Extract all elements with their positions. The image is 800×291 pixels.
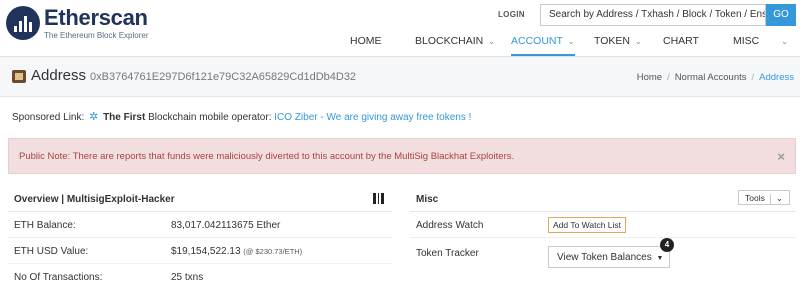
view-token-balances-label: View Token Balances [557,252,652,263]
misc-title: Misc [416,194,439,205]
nav-blockchain-label: BLOCKCHAIN [415,35,484,47]
token-tracker-label: Token Tracker [416,248,479,259]
nav-token[interactable]: TOKEN ⌄ [594,30,642,56]
chevron-down-icon: ⌄ [634,37,642,46]
nav-misc-label: MISC [733,35,760,47]
breadcrumb: Home / Normal Accounts / Address [636,72,794,83]
site-header: Etherscan The Ethereum Block Explorer LO… [0,0,800,56]
address-bar: Address 0xB3764761E297D6f121e79C32A65829… [0,57,800,97]
nav-chart[interactable]: CHART [663,30,699,56]
eth-usd-value: $19,154,522.13 [171,246,241,257]
chevron-down-icon: ⌄ [488,37,495,46]
page-title: Address [31,67,87,84]
chevron-down-icon: ⌄ [775,193,783,203]
eth-balance-label: ETH Balance: [14,220,76,231]
logo-chart-icon [6,6,40,40]
table-row: ETH USD Value: $19,154,522.13 (@ $230.73… [8,238,392,264]
nav-home-label: HOME [350,35,382,47]
sponsored-prefix: Sponsored Link: [12,112,85,123]
nav-account[interactable]: ACCOUNT ⌄ [511,30,575,56]
misc-panel: Misc Tools ⌄ Address Watch Add To Watch L… [410,186,796,291]
tx-count-value[interactable]: 25 txns [171,272,203,283]
breadcrumb-home[interactable]: Home [637,72,662,83]
address-watch-label: Address Watch [416,220,484,231]
breadcrumb-normal-accounts[interactable]: Normal Accounts [675,72,747,83]
login-link[interactable]: LOGIN [498,10,525,19]
overview-panel: Overview | MultisigExploit-Hacker ETH Ba… [8,186,392,291]
table-row: ETH Balance: 83,017.042113675 Ether [8,212,392,238]
chevron-down-icon: ⌄ [567,37,575,46]
sponsored-bold-text: The First [103,112,146,123]
table-row: Token Tracker View Token Balances ▼ 4 [410,238,796,274]
logo-name: Etherscan [44,4,148,30]
overview-title: Overview | MultisigExploit-Hacker [14,194,175,205]
qr-code-icon[interactable] [373,193,384,204]
sponsored-link: Sponsored Link: ✲ The First Blockchain m… [12,110,471,123]
address-avatar-icon [12,70,26,83]
sponsored-text: Blockchain mobile operator: [148,112,272,123]
logo-tagline: The Ethereum Block Explorer [44,30,149,40]
sponsor-logo-icon: ✲ [89,111,99,123]
address-hash: 0xB3764761E297D6f121e79C32A65829Cd1dDb4D… [90,71,357,83]
eth-balance-value: 83,017.042113675 Ether [171,220,281,231]
public-note-alert: Public Note: There are reports that fund… [8,138,796,174]
etherscan-logo[interactable]: Etherscan The Ethereum Block Explorer [6,6,149,40]
tx-count-label: No Of Transactions: [14,272,103,283]
nav-account-label: ACCOUNT [511,35,563,47]
add-to-watch-list-button[interactable]: Add To Watch List [548,217,627,233]
alert-text: Public Note: There are reports that fund… [19,151,515,162]
close-icon[interactable]: × [777,149,785,164]
token-count-badge: 4 [660,238,674,252]
chevron-down-icon: ⌄ [781,37,788,46]
eth-usd-value-cell: $19,154,522.13 (@ $230.73/ETH) [171,246,302,257]
search-input[interactable]: Search by Address / Txhash / Block / Tok… [540,4,766,26]
eth-usd-label: ETH USD Value: [14,246,89,257]
tools-label: Tools [745,193,765,203]
nav-token-label: TOKEN [594,35,630,47]
tools-dropdown[interactable]: Tools ⌄ [738,190,790,205]
nav-blockchain[interactable]: BLOCKCHAIN ⌄ [415,30,495,56]
sponsored-ad-link[interactable]: ICO Ziber - We are giving away free toke… [274,112,471,123]
eth-price-note: (@ $230.73/ETH) [243,247,303,256]
nav-chart-label: CHART [663,35,699,47]
nav-misc[interactable]: MISC ⌄ [733,30,788,56]
search-go-button[interactable]: GO [766,4,796,26]
table-row: No Of Transactions: 25 txns [8,264,392,290]
breadcrumb-address: Address [759,72,794,83]
view-token-balances-button[interactable]: View Token Balances ▼ [548,246,670,268]
nav-home[interactable]: HOME [350,30,382,56]
caret-down-icon: ▼ [656,255,664,262]
table-row: Address Watch Add To Watch List [410,212,796,238]
